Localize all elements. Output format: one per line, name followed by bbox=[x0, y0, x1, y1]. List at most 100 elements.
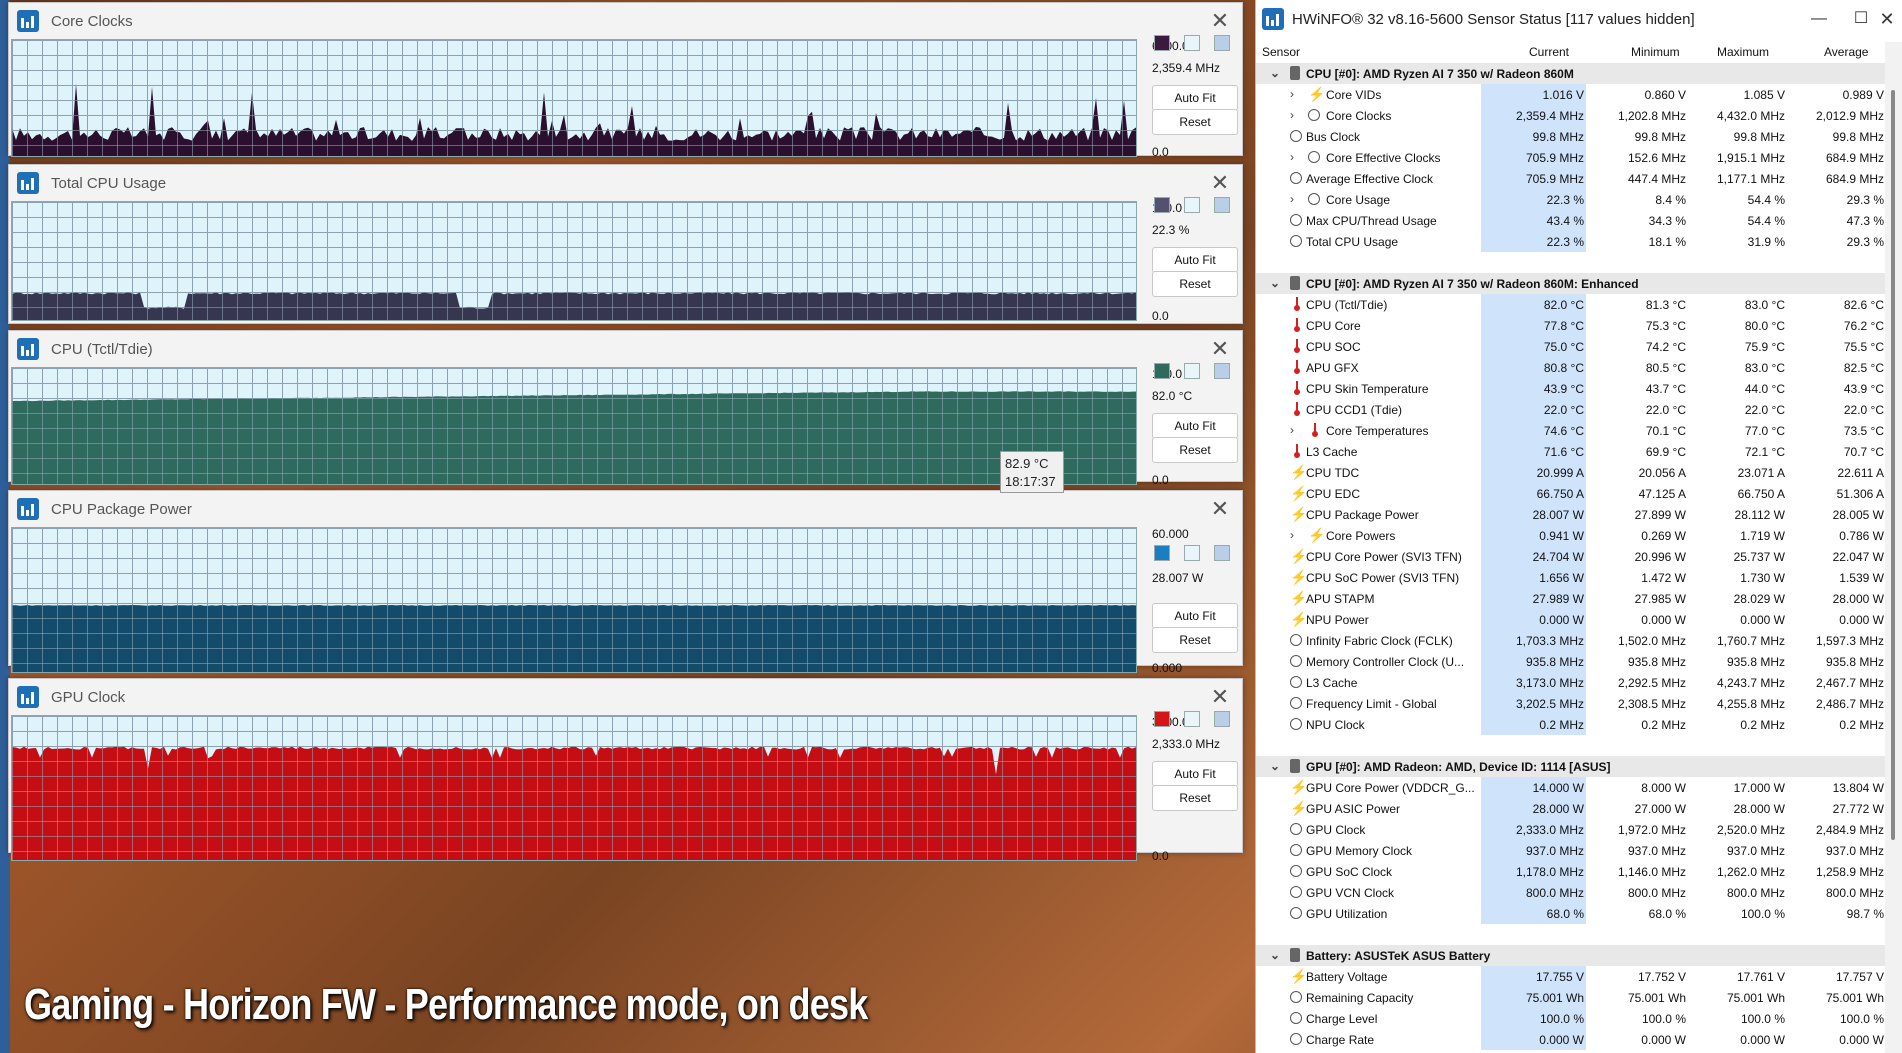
sensor-row[interactable]: ⚡ Battery Voltage 17.755 V 17.752 V 17.7… bbox=[1256, 966, 1886, 987]
sensor-row[interactable]: ⚡ NPU Power 0.000 W 0.000 W 0.000 W 0.00… bbox=[1256, 609, 1886, 630]
reset-button[interactable]: Reset bbox=[1152, 109, 1238, 135]
sensor-row[interactable]: › Core Clocks 2,359.4 MHz 1,202.8 MHz 4,… bbox=[1256, 105, 1886, 126]
sensor-row[interactable]: › Core Temperatures 74.6 °C 70.1 °C 77.0… bbox=[1256, 420, 1886, 441]
graph-grid-swatch[interactable] bbox=[1214, 197, 1230, 213]
column-minimum[interactable]: Minimum bbox=[1631, 45, 1680, 59]
hwinfo-titlebar[interactable]: HWiNFO® 32 v8.16-5600 Sensor Status [117… bbox=[1256, 0, 1902, 38]
graph-grid-swatch[interactable] bbox=[1214, 363, 1230, 379]
graph-grid-swatch[interactable] bbox=[1214, 545, 1230, 561]
collapse-chevron-icon[interactable]: ⌄ bbox=[1270, 759, 1280, 773]
column-maximum[interactable]: Maximum bbox=[1717, 45, 1769, 59]
sensor-group[interactable]: ⌄ CPU [#0]: AMD Ryzen AI 7 350 w/ Radeon… bbox=[1256, 63, 1886, 84]
sensor-row[interactable]: ⚡ CPU EDC 66.750 A 47.125 A 66.750 A 51.… bbox=[1256, 483, 1886, 504]
sensor-group[interactable]: ⌄ Battery: ASUSTeK ASUS Battery bbox=[1256, 945, 1886, 966]
collapse-chevron-icon[interactable]: ⌄ bbox=[1270, 948, 1280, 962]
graph-titlebar[interactable]: CPU Package Power ✕ bbox=[9, 491, 1242, 527]
graph-bg-swatch[interactable] bbox=[1184, 35, 1200, 51]
sensor-row[interactable]: APU GFX 80.8 °C 80.5 °C 83.0 °C 82.5 °C bbox=[1256, 357, 1886, 378]
sensor-row[interactable]: ⚡ CPU Package Power 28.007 W 27.899 W 28… bbox=[1256, 504, 1886, 525]
auto-fit-button[interactable]: Auto Fit bbox=[1152, 247, 1238, 273]
close-button[interactable]: ✕ bbox=[1874, 6, 1900, 32]
collapse-chevron-icon[interactable]: ⌄ bbox=[1270, 276, 1280, 290]
sensor-row[interactable]: NPU Clock 0.2 MHz 0.2 MHz 0.2 MHz 0.2 MH… bbox=[1256, 714, 1886, 735]
graph-bg-swatch[interactable] bbox=[1184, 197, 1200, 213]
graph-close-icon[interactable]: ✕ bbox=[1208, 337, 1232, 361]
sensor-row[interactable]: ⚡ APU STAPM 27.989 W 27.985 W 28.029 W 2… bbox=[1256, 588, 1886, 609]
sensor-row[interactable]: Max CPU/Thread Usage 43.4 % 34.3 % 54.4 … bbox=[1256, 210, 1886, 231]
graph-color-swatch[interactable] bbox=[1154, 363, 1170, 379]
graph-color-swatch[interactable] bbox=[1154, 197, 1170, 213]
graph-grid-swatch[interactable] bbox=[1214, 711, 1230, 727]
column-sensor[interactable]: Sensor bbox=[1262, 45, 1300, 59]
graph-grid-swatch[interactable] bbox=[1214, 35, 1230, 51]
sensor-group[interactable]: ⌄ CPU [#0]: AMD Ryzen AI 7 350 w/ Radeon… bbox=[1256, 273, 1886, 294]
sensor-row[interactable]: Memory Controller Clock (U... 935.8 MHz … bbox=[1256, 651, 1886, 672]
sensor-row[interactable]: L3 Cache 71.6 °C 69.9 °C 72.1 °C 70.7 °C bbox=[1256, 441, 1886, 462]
graph-close-icon[interactable]: ✕ bbox=[1208, 171, 1232, 195]
sensor-row[interactable]: CPU SOC 75.0 °C 74.2 °C 75.9 °C 75.5 °C bbox=[1256, 336, 1886, 357]
graph-titlebar[interactable]: CPU (Tctl/Tdie) ✕ bbox=[9, 331, 1242, 367]
sensor-row[interactable]: Average Effective Clock 705.9 MHz 447.4 … bbox=[1256, 168, 1886, 189]
sensor-row[interactable]: ⚡ GPU ASIC Power 28.000 W 27.000 W 28.00… bbox=[1256, 798, 1886, 819]
graph-close-icon[interactable]: ✕ bbox=[1208, 685, 1232, 709]
sensor-row[interactable]: CPU CCD1 (Tdie) 22.0 °C 22.0 °C 22.0 °C … bbox=[1256, 399, 1886, 420]
graph-titlebar[interactable]: GPU Clock ✕ bbox=[9, 679, 1242, 715]
sensor-row[interactable]: › Core Effective Clocks 705.9 MHz 152.6 … bbox=[1256, 147, 1886, 168]
graph-bg-swatch[interactable] bbox=[1184, 545, 1200, 561]
sensor-row[interactable]: Infinity Fabric Clock (FCLK) 1,703.3 MHz… bbox=[1256, 630, 1886, 651]
sensor-row[interactable]: GPU VCN Clock 800.0 MHz 800.0 MHz 800.0 … bbox=[1256, 882, 1886, 903]
graph-close-icon[interactable]: ✕ bbox=[1208, 497, 1232, 521]
graph-color-swatch[interactable] bbox=[1154, 545, 1170, 561]
minimize-button[interactable]: — bbox=[1806, 6, 1832, 32]
graph-plot[interactable] bbox=[11, 367, 1137, 485]
reset-button[interactable]: Reset bbox=[1152, 785, 1238, 811]
collapse-chevron-icon[interactable]: ⌄ bbox=[1270, 66, 1280, 80]
sensor-row[interactable]: Charge Rate 0.000 W 0.000 W 0.000 W 0.00… bbox=[1256, 1029, 1886, 1050]
sensor-row[interactable]: Remaining Capacity 75.001 Wh 75.001 Wh 7… bbox=[1256, 987, 1886, 1008]
sensor-row[interactable]: GPU Utilization 68.0 % 68.0 % 100.0 % 98… bbox=[1256, 903, 1886, 924]
sensor-row[interactable]: ⚡ GPU Core Power (VDDCR_G... 14.000 W 8.… bbox=[1256, 777, 1886, 798]
auto-fit-button[interactable]: Auto Fit bbox=[1152, 413, 1238, 439]
sensor-row[interactable]: CPU Skin Temperature 43.9 °C 43.7 °C 44.… bbox=[1256, 378, 1886, 399]
expand-chevron-icon[interactable]: › bbox=[1290, 87, 1294, 101]
expand-chevron-icon[interactable]: › bbox=[1290, 423, 1294, 437]
graph-color-swatch[interactable] bbox=[1154, 35, 1170, 51]
graph-plot[interactable] bbox=[11, 527, 1137, 673]
sensor-row[interactable]: Bus Clock 99.8 MHz 99.8 MHz 99.8 MHz 99.… bbox=[1256, 126, 1886, 147]
reset-button[interactable]: Reset bbox=[1152, 437, 1238, 463]
graph-plot[interactable] bbox=[11, 39, 1137, 157]
sensor-row[interactable]: CPU Core 77.8 °C 75.3 °C 80.0 °C 76.2 °C bbox=[1256, 315, 1886, 336]
auto-fit-button[interactable]: Auto Fit bbox=[1152, 761, 1238, 787]
scrollbar-thumb[interactable] bbox=[1891, 90, 1895, 840]
graph-bg-swatch[interactable] bbox=[1184, 711, 1200, 727]
sensor-row[interactable]: ⚡ CPU Core Power (SVI3 TFN) 24.704 W 20.… bbox=[1256, 546, 1886, 567]
sensor-row[interactable]: ⚡ CPU SoC Power (SVI3 TFN) 1.656 W 1.472… bbox=[1256, 567, 1886, 588]
expand-chevron-icon[interactable]: › bbox=[1290, 108, 1294, 122]
sensor-row[interactable]: L3 Cache 3,173.0 MHz 2,292.5 MHz 4,243.7… bbox=[1256, 672, 1886, 693]
maximize-button[interactable]: ☐ bbox=[1848, 6, 1874, 32]
expand-chevron-icon[interactable]: › bbox=[1290, 150, 1294, 164]
sensor-row[interactable]: ⚡ CPU TDC 20.999 A 20.056 A 23.071 A 22.… bbox=[1256, 462, 1886, 483]
expand-chevron-icon[interactable]: › bbox=[1290, 528, 1294, 542]
column-average[interactable]: Average bbox=[1824, 45, 1868, 59]
sensor-row[interactable]: Total CPU Usage 22.3 % 18.1 % 31.9 % 29.… bbox=[1256, 231, 1886, 252]
sensor-row[interactable]: Charge Level 100.0 % 100.0 % 100.0 % 100… bbox=[1256, 1008, 1886, 1029]
sensor-row[interactable]: › Core Usage 22.3 % 8.4 % 54.4 % 29.3 % bbox=[1256, 189, 1886, 210]
graph-bg-swatch[interactable] bbox=[1184, 363, 1200, 379]
auto-fit-button[interactable]: Auto Fit bbox=[1152, 603, 1238, 629]
auto-fit-button[interactable]: Auto Fit bbox=[1152, 85, 1238, 111]
sensor-row[interactable]: › ⚡ Core Powers 0.941 W 0.269 W 1.719 W … bbox=[1256, 525, 1886, 546]
column-current[interactable]: Current bbox=[1529, 45, 1569, 59]
reset-button[interactable]: Reset bbox=[1152, 271, 1238, 297]
sensor-row[interactable]: GPU Memory Clock 937.0 MHz 937.0 MHz 937… bbox=[1256, 840, 1886, 861]
sensor-row[interactable]: GPU SoC Clock 1,178.0 MHz 1,146.0 MHz 1,… bbox=[1256, 861, 1886, 882]
graph-titlebar[interactable]: Core Clocks ✕ bbox=[9, 3, 1242, 39]
scrollbar[interactable] bbox=[1885, 42, 1902, 1053]
reset-button[interactable]: Reset bbox=[1152, 627, 1238, 653]
sensor-group[interactable]: ⌄ GPU [#0]: AMD Radeon: AMD, Device ID: … bbox=[1256, 756, 1886, 777]
graph-close-icon[interactable]: ✕ bbox=[1208, 9, 1232, 33]
sensor-row[interactable]: Frequency Limit - Global 3,202.5 MHz 2,3… bbox=[1256, 693, 1886, 714]
graph-plot[interactable] bbox=[11, 201, 1137, 321]
graph-color-swatch[interactable] bbox=[1154, 711, 1170, 727]
graph-plot[interactable] bbox=[11, 715, 1137, 861]
